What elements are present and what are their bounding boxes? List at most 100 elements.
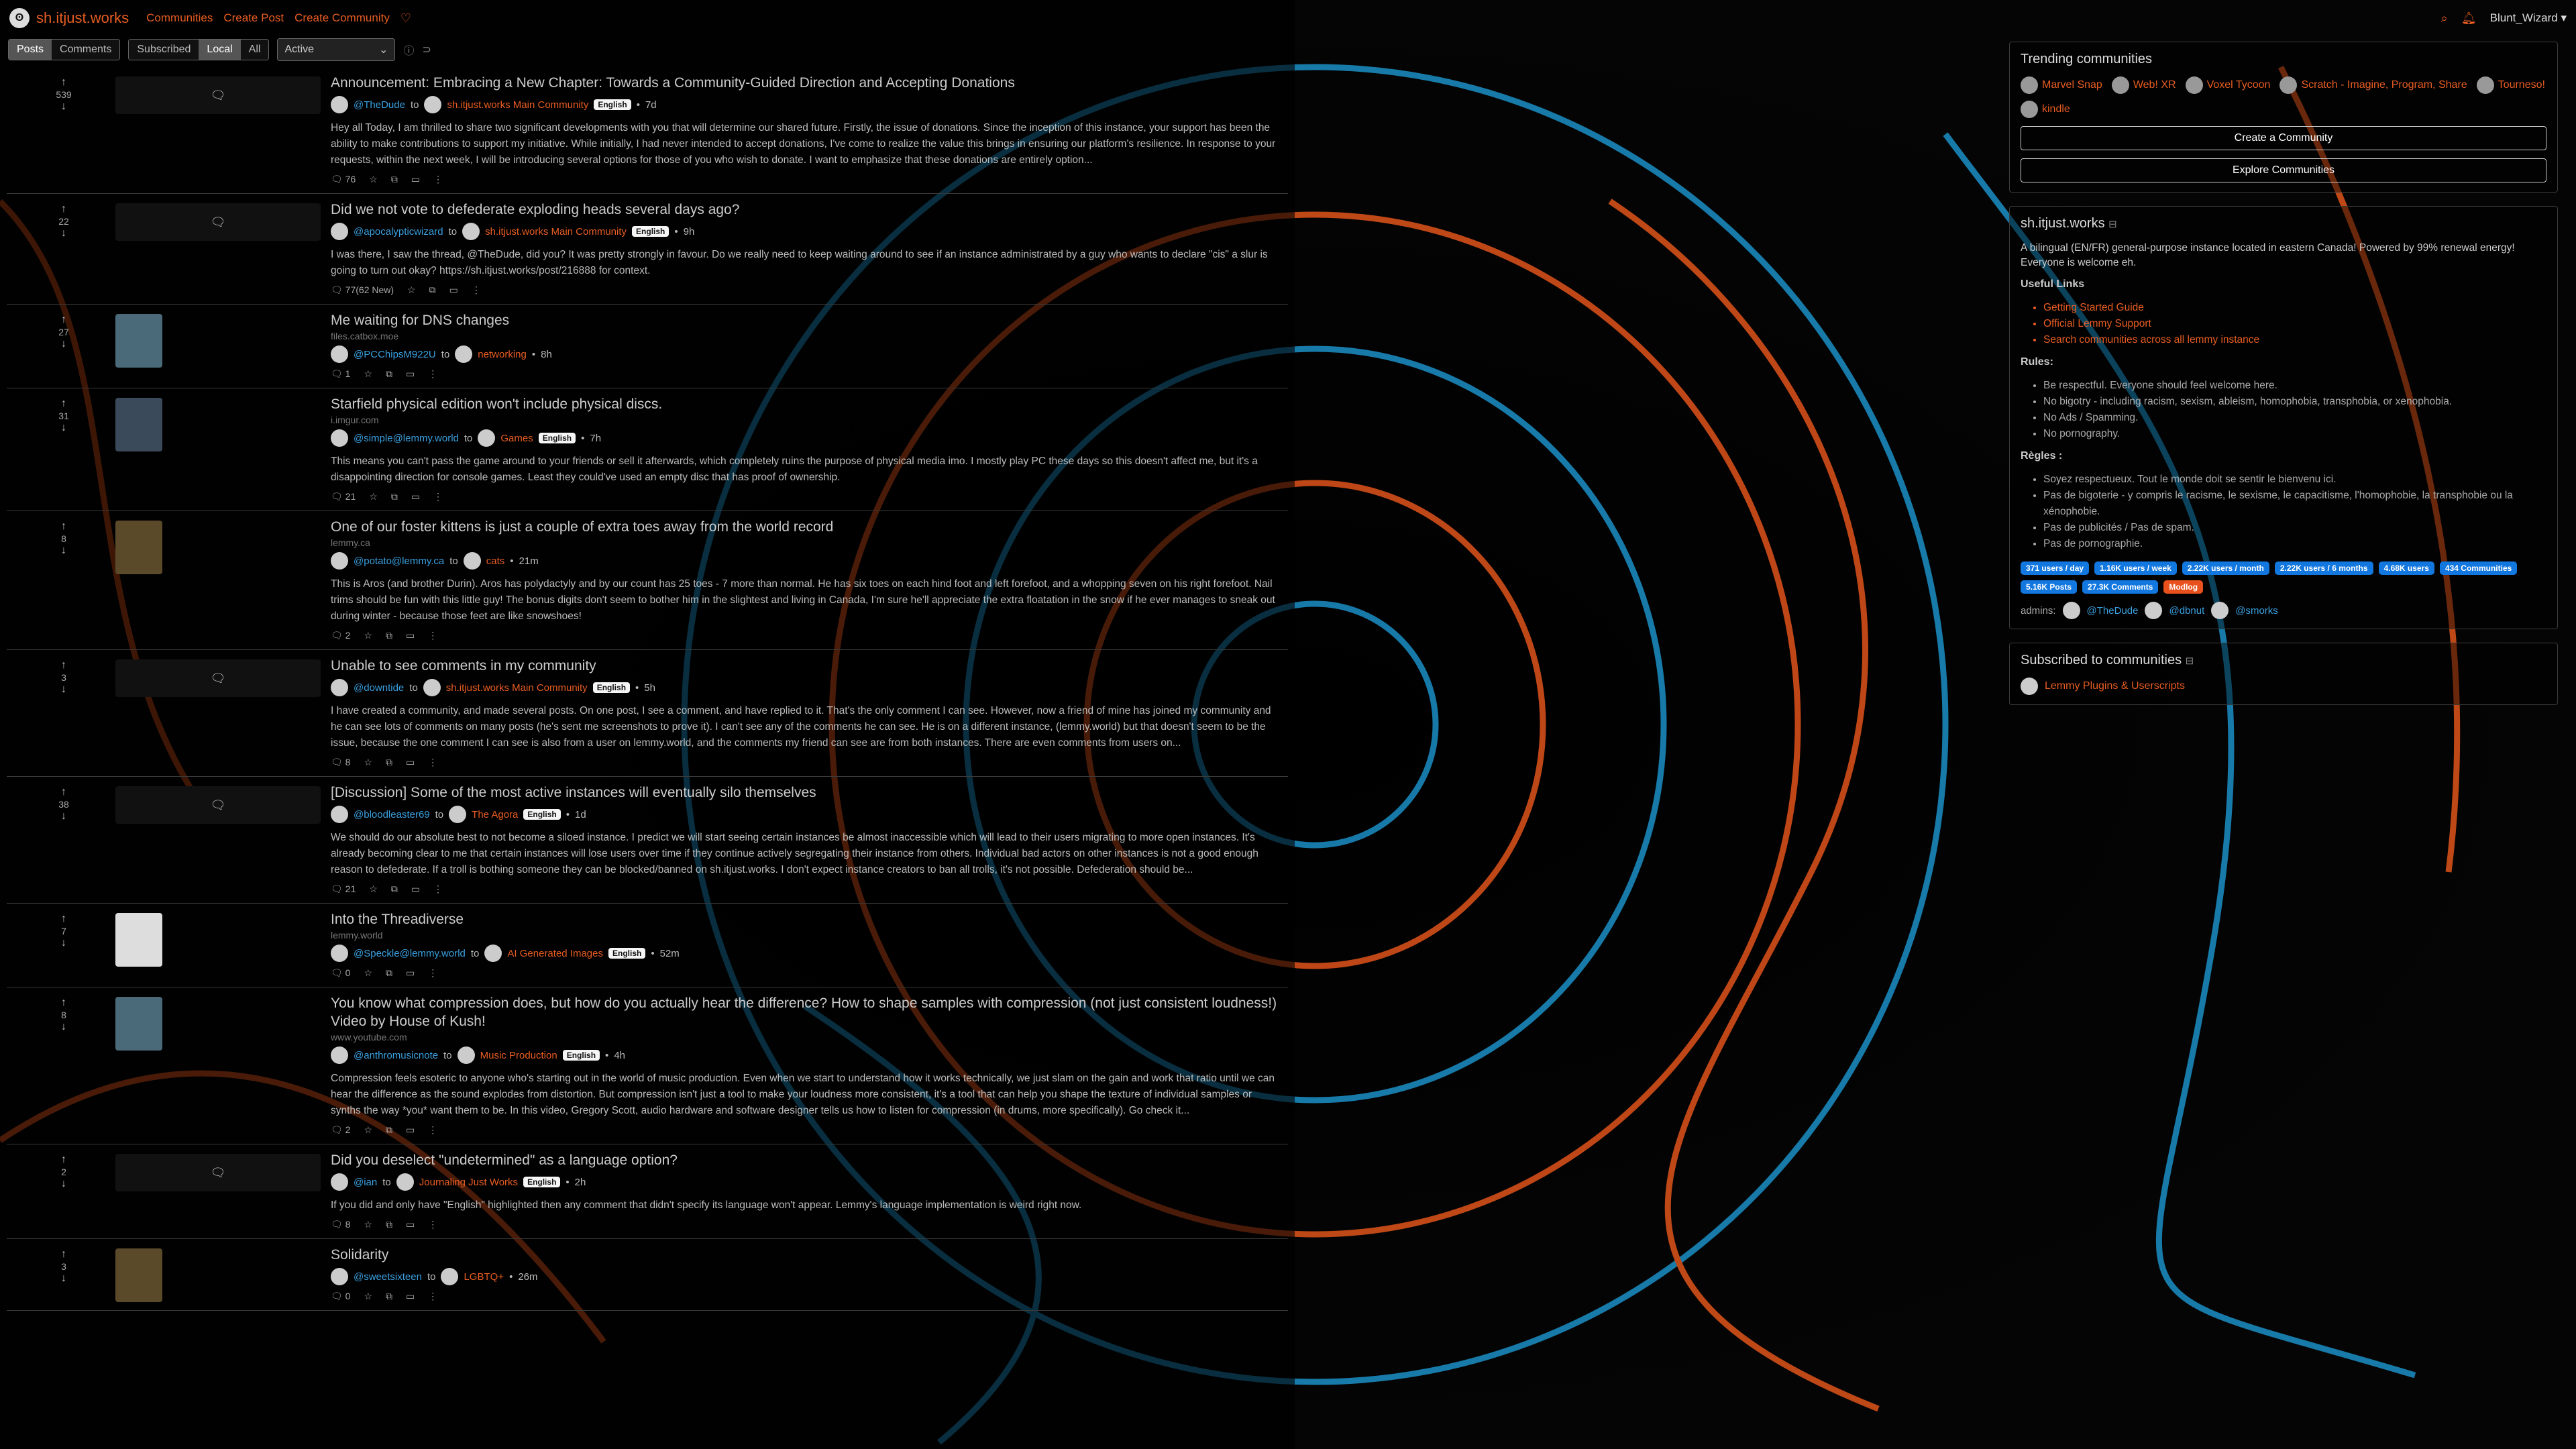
star-icon[interactable]: ☆ [364,368,372,380]
donate-heart-icon[interactable]: ♡ [400,11,411,25]
comments-button[interactable]: 🗨︎ 0 [331,1291,350,1302]
post-author[interactable]: @potato@lemmy.ca [354,555,444,567]
post-title[interactable]: [Discussion] Some of the most active ins… [331,784,1290,802]
save-icon[interactable]: ▭ [406,368,415,380]
post-title[interactable]: One of our foster kittens is just a coup… [331,518,1290,536]
post-title[interactable]: Did you deselect "undetermined" as a lan… [331,1151,1290,1169]
save-icon[interactable]: ▭ [406,1291,415,1302]
upvote-icon[interactable]: ↑ [48,203,79,215]
brand-link[interactable]: sh.itjust.works [36,9,129,27]
post-community[interactable]: sh.itjust.works Main Community [485,226,627,237]
post-author[interactable]: @sweetsixteen [354,1271,422,1283]
crosspost-icon[interactable]: ⧉ [391,491,398,502]
post-thumbnail[interactable] [115,1248,162,1302]
star-icon[interactable]: ☆ [369,883,378,895]
post-thumbnail[interactable] [115,913,162,967]
crosspost-icon[interactable]: ⧉ [386,1219,392,1230]
post-domain[interactable]: files.catbox.moe [331,331,1290,341]
type-comments-button[interactable]: Comments [52,40,120,60]
post-community[interactable]: cats [486,555,505,567]
post-thumbnail[interactable]: 🗨︎ [115,786,321,824]
subscribed-community[interactable]: Lemmy Plugins & Userscripts [2021,678,2546,695]
star-icon[interactable]: ☆ [364,757,372,768]
more-icon[interactable]: ⋮ [428,967,437,979]
comments-button[interactable]: 🗨︎ 76 [331,174,356,185]
more-icon[interactable]: ⋮ [428,630,437,641]
star-icon[interactable]: ☆ [369,174,378,185]
save-icon[interactable]: ▭ [449,284,458,296]
comments-button[interactable]: 🗨︎ 77(62 New) [331,284,394,296]
save-icon[interactable]: ▭ [406,1219,415,1230]
more-icon[interactable]: ⋮ [428,1219,437,1230]
trending-community-link[interactable]: Tourneso! [2476,76,2545,94]
post-author[interactable]: @simple@lemmy.world [354,433,459,444]
nav-create-post[interactable]: Create Post [223,11,284,25]
star-icon[interactable]: ☆ [364,630,372,641]
more-icon[interactable]: ⋮ [428,368,437,380]
save-icon[interactable]: ▭ [411,883,420,895]
comments-button[interactable]: 🗨︎ 0 [331,967,350,979]
trending-community-link[interactable]: kindle [2021,101,2070,118]
modlog-link[interactable]: Modlog [2163,580,2204,594]
crosspost-icon[interactable]: ⧉ [391,883,398,895]
sort-select[interactable]: Active ⌄ [277,38,396,61]
admin-link[interactable]: @smorks [2235,605,2278,616]
trending-community-link[interactable]: Scratch - Imagine, Program, Share [2279,76,2467,94]
post-title[interactable]: Into the Threadiverse [331,910,1290,928]
search-icon[interactable]: ⌕ [2441,11,2448,25]
listing-all-button[interactable]: All [240,40,269,60]
rss-icon[interactable]: ⊃ [422,43,431,56]
post-author[interactable]: @TheDude [354,99,405,111]
post-thumbnail[interactable]: 🗨︎ [115,203,321,241]
more-icon[interactable]: ⋮ [433,174,443,185]
comments-button[interactable]: 🗨︎ 2 [331,630,350,641]
upvote-icon[interactable]: ↑ [48,659,79,672]
upvote-icon[interactable]: ↑ [48,521,79,533]
downvote-icon[interactable]: ↓ [48,1273,79,1285]
trending-community-link[interactable]: Voxel Tycoon [2185,76,2270,94]
crosspost-icon[interactable]: ⧉ [386,1291,392,1302]
comments-button[interactable]: 🗨︎ 8 [331,757,350,768]
more-icon[interactable]: ⋮ [428,757,437,768]
downvote-icon[interactable]: ↓ [48,422,79,434]
post-author[interactable]: @bloodleaster69 [354,809,430,820]
listing-local-button[interactable]: Local [199,40,241,60]
star-icon[interactable]: ☆ [364,1219,372,1230]
post-thumbnail[interactable] [115,997,162,1051]
comments-button[interactable]: 🗨︎ 1 [331,368,350,380]
post-author[interactable]: @ian [354,1177,377,1188]
downvote-icon[interactable]: ↓ [48,810,79,822]
post-community[interactable]: LGBTQ+ [464,1271,504,1283]
post-community[interactable]: Games [500,433,533,444]
more-icon[interactable]: ⋮ [433,883,443,895]
post-domain[interactable]: lemmy.world [331,930,1290,941]
star-icon[interactable]: ☆ [407,284,416,296]
post-author[interactable]: @Speckle@lemmy.world [354,948,466,959]
post-title[interactable]: Me waiting for DNS changes [331,311,1290,329]
post-author[interactable]: @PCChipsM922U [354,349,436,360]
post-community[interactable]: AI Generated Images [507,948,603,959]
more-icon[interactable]: ⋮ [428,1124,437,1136]
downvote-icon[interactable]: ↓ [48,101,79,113]
downvote-icon[interactable]: ↓ [48,1178,79,1190]
post-community[interactable]: The Agora [472,809,518,820]
post-domain[interactable]: i.imgur.com [331,415,1290,425]
upvote-icon[interactable]: ↑ [48,398,79,410]
post-community[interactable]: Music Production [480,1050,557,1061]
post-community[interactable]: Journaling Just Works [419,1177,518,1188]
post-author[interactable]: @anthromusicnote [354,1050,438,1061]
star-icon[interactable]: ☆ [364,1291,372,1302]
downvote-icon[interactable]: ↓ [48,1021,79,1033]
notification-bell-icon[interactable]: 🔔︎ [2461,11,2477,25]
post-author[interactable]: @downtide [354,682,404,694]
post-title[interactable]: Starfield physical edition won't include… [331,395,1290,413]
star-icon[interactable]: ☆ [364,967,372,979]
collapse-icon[interactable]: ⊟ [2108,219,2117,230]
comments-button[interactable]: 🗨︎ 8 [331,1219,350,1230]
post-domain[interactable]: www.youtube.com [331,1032,1290,1042]
comments-button[interactable]: 🗨︎ 21 [331,883,356,895]
crosspost-icon[interactable]: ⧉ [386,1124,392,1136]
upvote-icon[interactable]: ↑ [48,314,79,326]
more-icon[interactable]: ⋮ [433,491,443,502]
upvote-icon[interactable]: ↑ [48,76,79,89]
